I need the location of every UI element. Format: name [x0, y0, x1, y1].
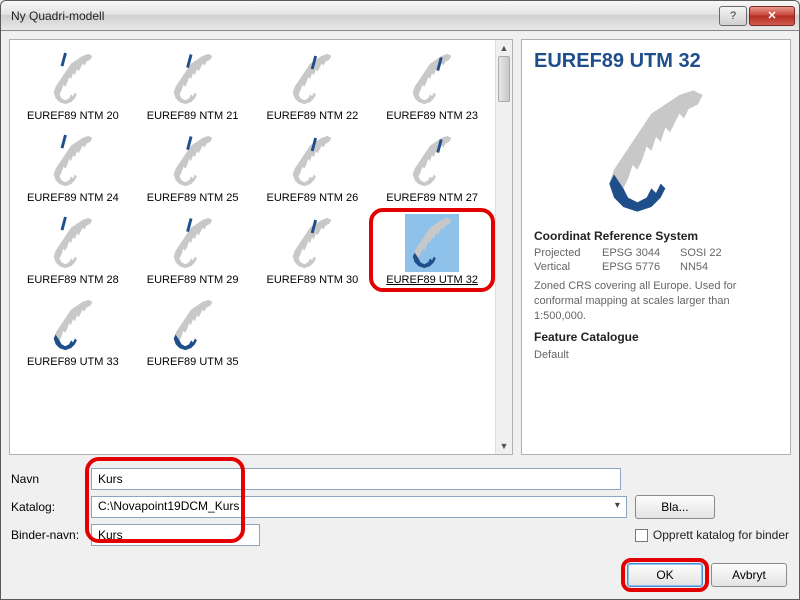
norway-map-icon	[166, 50, 220, 108]
crs-item-label: EUREF89 NTM 27	[386, 192, 478, 204]
scroll-up-icon[interactable]: ▲	[496, 40, 512, 56]
projected-epsg: EPSG 3044	[602, 247, 680, 259]
norway-map-icon	[405, 214, 459, 272]
help-button[interactable]: ?	[719, 6, 747, 26]
crs-item-label: EUREF89 NTM 20	[27, 110, 119, 122]
scroll-down-icon[interactable]: ▼	[496, 438, 512, 454]
crs-item-label: EUREF89 NTM 23	[386, 110, 478, 122]
crs-item[interactable]: EUREF89 NTM 20	[14, 46, 132, 126]
crs-item-label: EUREF89 UTM 35	[147, 356, 239, 368]
projected-sosi: SOSI 22	[680, 247, 740, 259]
binder-input[interactable]	[91, 524, 260, 546]
crs-item[interactable]: EUREF89 NTM 26	[254, 128, 372, 208]
crs-item[interactable]: EUREF89 NTM 21	[134, 46, 252, 126]
crs-item[interactable]: EUREF89 NTM 28	[14, 210, 132, 290]
dialog-buttons: OK Avbryt	[9, 557, 791, 591]
window-title: Ny Quadri-modell	[11, 9, 717, 23]
crs-item[interactable]: EUREF89 NTM 29	[134, 210, 252, 290]
crs-item[interactable]: EUREF89 UTM 33	[14, 292, 132, 372]
katalog-combo[interactable]: C:\Novapoint19DCM_Kurs	[91, 496, 627, 518]
crs-item-label: EUREF89 NTM 25	[147, 192, 239, 204]
norway-map-icon	[166, 132, 220, 190]
binder-label: Binder-navn:	[11, 528, 83, 542]
vertical-nn: NN54	[680, 261, 740, 273]
form-area: Navn Katalog: C:\Novapoint19DCM_Kurs Bla…	[9, 461, 791, 551]
fc-value: Default	[534, 348, 778, 363]
ok-button[interactable]: OK	[627, 563, 703, 587]
create-folder-checkbox[interactable]: Opprett katalog for binder	[635, 528, 789, 542]
katalog-label: Katalog:	[11, 500, 83, 514]
crs-section-heading: Coordinat Reference System	[534, 229, 778, 243]
titlebar: Ny Quadri-modell ? ✕	[1, 1, 799, 31]
browse-button[interactable]: Bla...	[635, 495, 715, 519]
checkbox-label: Opprett katalog for binder	[653, 528, 789, 542]
crs-item-label: EUREF89 NTM 30	[267, 274, 359, 286]
crs-item[interactable]: EUREF89 NTM 30	[254, 210, 372, 290]
dialog-content: EUREF89 NTM 20 EUREF89 NTM 21 EUREF89 NTM …	[1, 31, 799, 599]
crs-item-label: EUREF89 NTM 26	[267, 192, 359, 204]
norway-map-icon	[46, 296, 100, 354]
norway-map-icon	[46, 50, 100, 108]
norway-map-icon	[46, 132, 100, 190]
crs-item[interactable]: EUREF89 UTM 35	[134, 292, 252, 372]
katalog-value: C:\Novapoint19DCM_Kurs	[98, 499, 239, 513]
navn-label: Navn	[11, 472, 83, 486]
dialog-window: Ny Quadri-modell ? ✕ EUREF89 NTM 20EUREF…	[0, 0, 800, 600]
norway-map-icon	[166, 296, 220, 354]
crs-item-label: EUREF89 NTM 24	[27, 192, 119, 204]
crs-table: Projected EPSG 3044 SOSI 22 Vertical EPS…	[534, 247, 778, 273]
norway-map-icon	[285, 214, 339, 272]
crs-item-label: EUREF89 NTM 28	[27, 274, 119, 286]
crs-item-label: EUREF89 UTM 32	[386, 274, 478, 286]
detail-pane: EUREF89 UTM 32 Coordinat Reference Syste…	[521, 39, 791, 455]
vertical-label: Vertical	[534, 261, 602, 273]
crs-item[interactable]: EUREF89 NTM 23	[373, 46, 491, 126]
detail-title: EUREF89 UTM 32	[534, 50, 778, 73]
vertical-epsg: EPSG 5776	[602, 261, 680, 273]
crs-item-label: EUREF89 NTM 29	[147, 274, 239, 286]
crs-item[interactable]: EUREF89 UTM 32	[373, 210, 491, 290]
checkbox-box-icon[interactable]	[635, 529, 648, 542]
norway-map-icon	[285, 132, 339, 190]
norway-map-icon	[405, 50, 459, 108]
crs-item[interactable]: EUREF89 NTM 25	[134, 128, 252, 208]
crs-grid: EUREF89 NTM 20 EUREF89 NTM 21 EUREF89 NTM …	[14, 46, 491, 372]
crs-item-label: EUREF89 NTM 22	[267, 110, 359, 122]
norway-map-icon	[285, 50, 339, 108]
scrollbar[interactable]: ▲ ▼	[495, 40, 512, 454]
close-button[interactable]: ✕	[749, 6, 795, 26]
detail-map-preview	[576, 81, 736, 221]
crs-item-label: EUREF89 UTM 33	[27, 356, 119, 368]
scroll-thumb[interactable]	[498, 56, 510, 102]
crs-description: Zoned CRS covering all Europe. Used for …	[534, 279, 778, 324]
crs-item[interactable]: EUREF89 NTM 27	[373, 128, 491, 208]
norway-map-icon	[405, 132, 459, 190]
cancel-button[interactable]: Avbryt	[711, 563, 787, 587]
crs-item[interactable]: EUREF89 NTM 24	[14, 128, 132, 208]
crs-list-pane: EUREF89 NTM 20 EUREF89 NTM 21 EUREF89 NTM …	[9, 39, 513, 455]
norway-map-icon	[46, 214, 100, 272]
crs-item-label: EUREF89 NTM 21	[147, 110, 239, 122]
navn-input[interactable]	[91, 468, 621, 490]
fc-heading: Feature Catalogue	[534, 330, 778, 344]
norway-map-icon	[166, 214, 220, 272]
crs-item[interactable]: EUREF89 NTM 22	[254, 46, 372, 126]
projected-label: Projected	[534, 247, 602, 259]
